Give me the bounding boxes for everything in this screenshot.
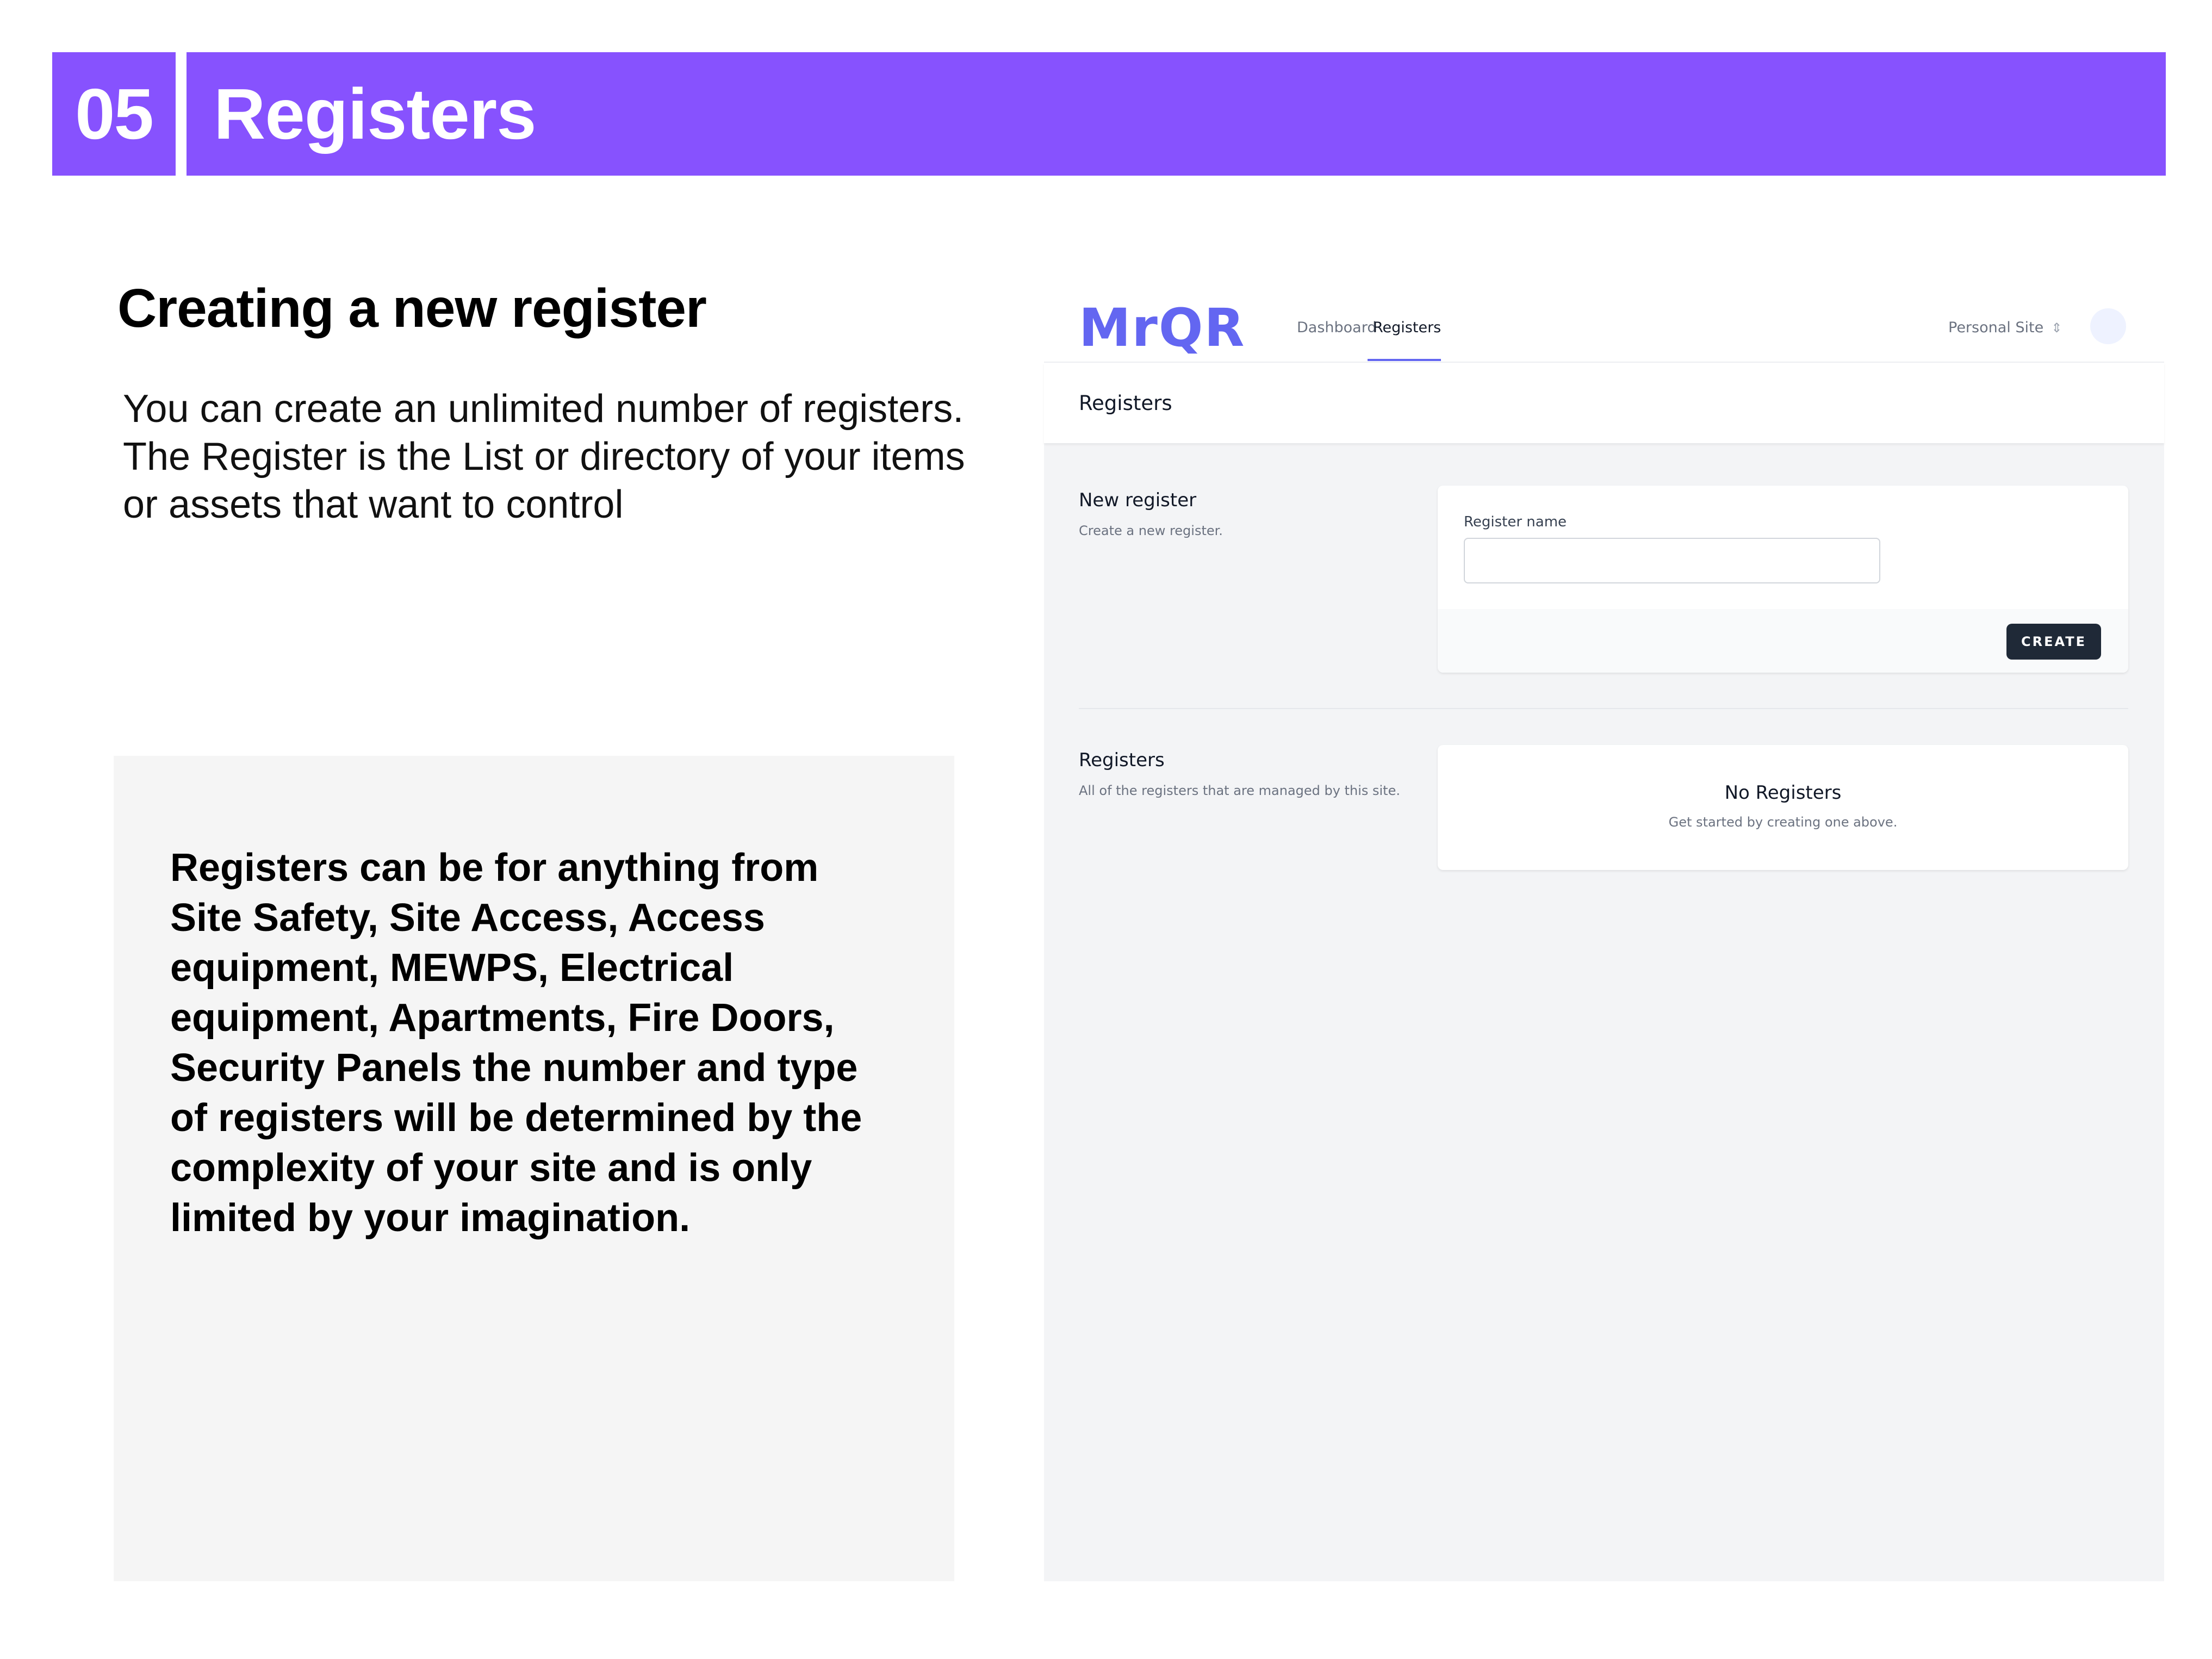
info-panel: Registers can be for anything from Site … [114,756,954,1581]
page-heading: Creating a new register [117,278,707,339]
registers-section-title: Registers [1079,749,1165,771]
nav-dashboard[interactable]: Dashboard [1297,294,1376,362]
nav-registers[interactable]: Registers [1373,294,1441,362]
empty-state-title: No Registers [1724,782,1842,804]
section-divider [1079,708,2128,709]
app-screenshot: MrQR Dashboard Registers Personal Site ⇕… [1044,294,2164,1581]
avatar[interactable] [2090,308,2126,344]
mrqr-logo[interactable]: MrQR [1079,294,1245,362]
top-navbar: MrQR Dashboard Registers Personal Site ⇕ [1044,294,2164,363]
page-header: Registers [1044,363,2164,443]
section-number: 05 [52,52,176,176]
create-button[interactable]: CREATE [2006,624,2101,660]
new-register-title: New register [1079,489,1197,511]
new-register-subtitle: Create a new register. [1079,523,1223,538]
empty-state-subtitle: Get started by creating one above. [1668,815,1898,830]
register-name-input[interactable] [1464,538,1880,583]
card-footer: CREATE [1438,609,2128,673]
register-name-label: Register name [1464,514,1567,530]
intro-paragraph: You can create an unlimited number of re… [123,387,965,526]
chevron-up-down-icon: ⇕ [2051,320,2062,335]
section-title: Registers [187,52,2166,176]
registers-section-subtitle: All of the registers that are managed by… [1079,783,1400,798]
site-selector[interactable]: Personal Site ⇕ [1948,294,2062,362]
section-title-text: Registers [214,74,537,154]
site-selector-label: Personal Site [1948,319,2044,336]
new-register-card: Register name CREATE [1438,486,2128,673]
active-nav-indicator [1368,359,1441,361]
info-text: Registers can be for anything from Site … [170,846,862,1240]
page-title: Registers [1079,391,1172,415]
registers-list-card: No Registers Get started by creating one… [1438,745,2128,870]
